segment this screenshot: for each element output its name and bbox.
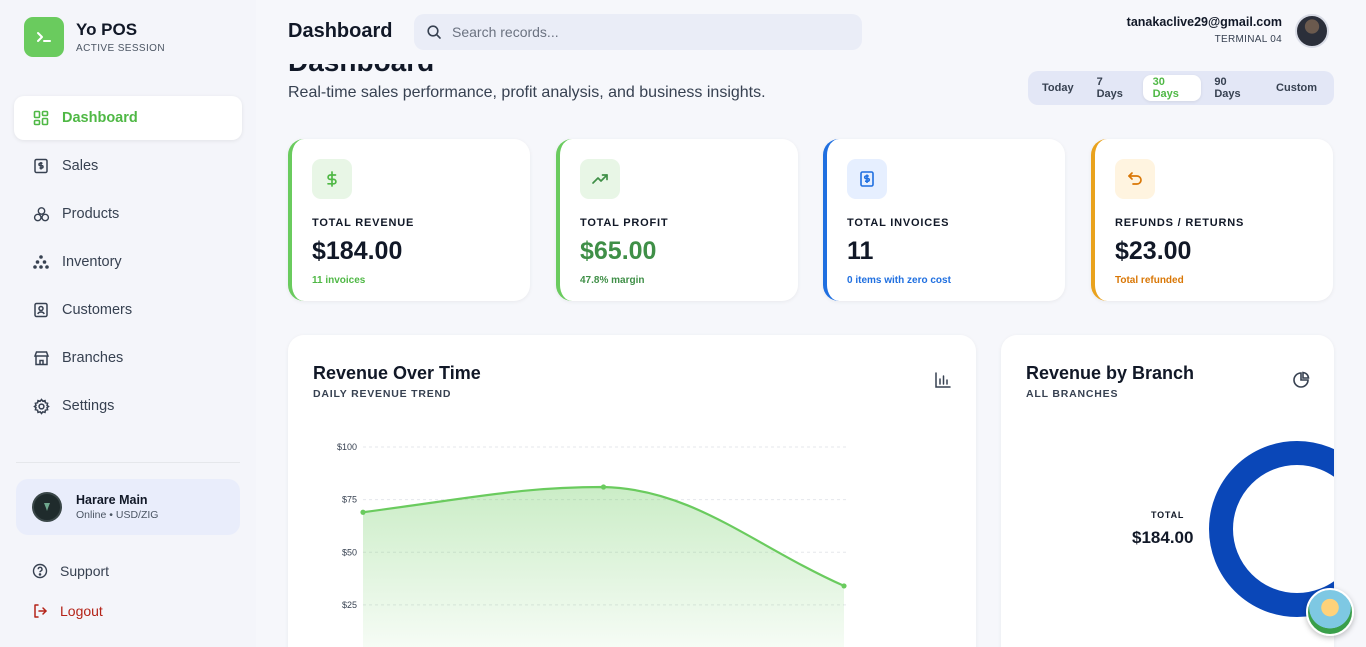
top-header: Dashboard tanakaclive29@gmail.com TERMIN… [256, 0, 1366, 64]
sidebar-item-customers[interactable]: Customers [14, 288, 242, 332]
user-info[interactable]: tanakaclive29@gmail.com TERMINAL 04 [1127, 15, 1282, 45]
branch-name: Harare Main [76, 493, 148, 507]
data-point[interactable] [600, 484, 607, 490]
sidebar-nav: Dashboard Sales Products Inventory Custo… [14, 96, 242, 432]
boxes-icon [32, 205, 50, 223]
y-tick-label: $25 [342, 600, 357, 610]
date-range-selector: Today 7 Days 30 Days 90 Days Custom [1028, 71, 1334, 105]
y-tick-label: $50 [342, 547, 357, 557]
stat-label: REFUNDS / RETURNS [1115, 217, 1245, 229]
stat-label: TOTAL REVENUE [312, 217, 415, 229]
donut-slice[interactable] [1209, 441, 1334, 617]
receipt-dollar-icon [32, 157, 50, 175]
stat-card-total-invoices[interactable]: TOTAL INVOICES 11 0 items with zero cost [823, 139, 1065, 301]
data-point[interactable] [841, 583, 847, 589]
branch-avatar [32, 492, 62, 522]
search-bar[interactable] [414, 14, 862, 50]
invoice-icon [847, 159, 887, 199]
sidebar-item-label: Customers [62, 302, 133, 318]
floating-assistant-avatar[interactable] [1306, 588, 1354, 636]
branch-status: Online • USD/ZIG [76, 509, 159, 521]
user-email: tanakaclive29@gmail.com [1126, 15, 1282, 29]
current-branch-card[interactable]: Harare Main Online • USD/ZIG [16, 479, 240, 535]
sidebar-item-settings[interactable]: Settings [14, 384, 242, 428]
undo-icon [1115, 159, 1155, 199]
brand[interactable]: Yo POS ACTIVE SESSION [24, 17, 165, 57]
brand-subtitle: ACTIVE SESSION [76, 43, 165, 54]
search-input[interactable] [452, 24, 832, 40]
search-icon [426, 24, 442, 40]
revenue-area-fill [363, 486, 844, 647]
help-circle-icon [32, 563, 48, 579]
brand-name: Yo POS [76, 20, 138, 39]
stat-label: TOTAL PROFIT [580, 217, 669, 229]
stat-value: $65.00 [580, 237, 657, 265]
stat-value: $23.00 [1115, 237, 1192, 265]
sidebar-divider [16, 462, 240, 463]
range-30-days-button[interactable]: 30 Days [1142, 75, 1202, 101]
terminal-icon [24, 17, 64, 57]
sidebar-item-products[interactable]: Products [14, 192, 242, 236]
dashboard-subtitle: Real-time sales performance, profit anal… [288, 84, 766, 101]
stat-note: 0 items with zero cost [847, 275, 951, 286]
store-icon [32, 349, 50, 367]
gear-icon [32, 397, 50, 415]
page-title: Dashboard [288, 20, 393, 42]
main-content: Dashboard Real-time sales performance, p… [256, 46, 1366, 647]
logout-icon [32, 603, 48, 619]
trending-up-icon [580, 159, 620, 199]
sidebar-item-branches[interactable]: Branches [14, 336, 242, 380]
sidebar-item-sales[interactable]: Sales [14, 144, 242, 188]
stat-card-total-profit[interactable]: TOTAL PROFIT $65.00 47.8% margin [556, 139, 798, 301]
revenue-by-branch-card: Revenue by Branch ALL BRANCHES TOTAL $18… [1001, 335, 1334, 647]
range-today-button[interactable]: Today [1032, 75, 1084, 101]
stat-value: 11 [847, 237, 874, 265]
support-label: Support [60, 563, 110, 579]
sidebar-item-label: Dashboard [62, 110, 138, 126]
sidebar-item-label: Products [62, 206, 120, 222]
range-custom-button[interactable]: Custom [1266, 75, 1327, 101]
grid-icon [32, 109, 50, 127]
y-tick-label: $100 [337, 442, 357, 452]
terminal-label: TERMINAL 04 [1214, 34, 1282, 45]
stat-note: 11 invoices [312, 275, 366, 286]
contact-card-icon [32, 301, 50, 319]
branch-donut-chart [1209, 441, 1334, 617]
revenue-over-time-card: Revenue Over Time DAILY REVENUE TREND $1… [288, 335, 976, 647]
sidebar-item-inventory[interactable]: Inventory [14, 240, 242, 284]
stat-value: $184.00 [312, 237, 403, 265]
sidebar-item-label: Settings [62, 398, 115, 414]
warehouse-icon [32, 253, 50, 271]
sidebar-item-dashboard[interactable]: Dashboard [14, 96, 242, 140]
sidebar-item-label: Sales [62, 158, 99, 174]
stat-note: 47.8% margin [580, 275, 645, 286]
user-avatar[interactable] [1295, 14, 1329, 48]
logout-link[interactable]: Logout [32, 603, 103, 619]
range-7-days-button[interactable]: 7 Days [1087, 75, 1140, 101]
y-tick-label: $75 [342, 495, 357, 505]
sidebar: Yo POS ACTIVE SESSION Dashboard Sales Pr… [0, 0, 256, 647]
stat-note: Total refunded [1115, 275, 1184, 286]
stat-label: TOTAL INVOICES [847, 217, 950, 229]
sidebar-item-label: Inventory [62, 254, 122, 270]
logout-label: Logout [60, 603, 103, 619]
range-90-days-button[interactable]: 90 Days [1204, 75, 1263, 101]
revenue-area-chart: $100 $75 $50 $25 [337, 442, 847, 647]
stat-card-total-revenue[interactable]: TOTAL REVENUE $184.00 11 invoices [288, 139, 530, 301]
dollar-icon [312, 159, 352, 199]
data-point[interactable] [360, 509, 366, 515]
stat-card-refunds-returns[interactable]: REFUNDS / RETURNS $23.00 Total refunded [1091, 139, 1333, 301]
sidebar-item-label: Branches [62, 350, 124, 366]
support-link[interactable]: Support [32, 563, 109, 579]
